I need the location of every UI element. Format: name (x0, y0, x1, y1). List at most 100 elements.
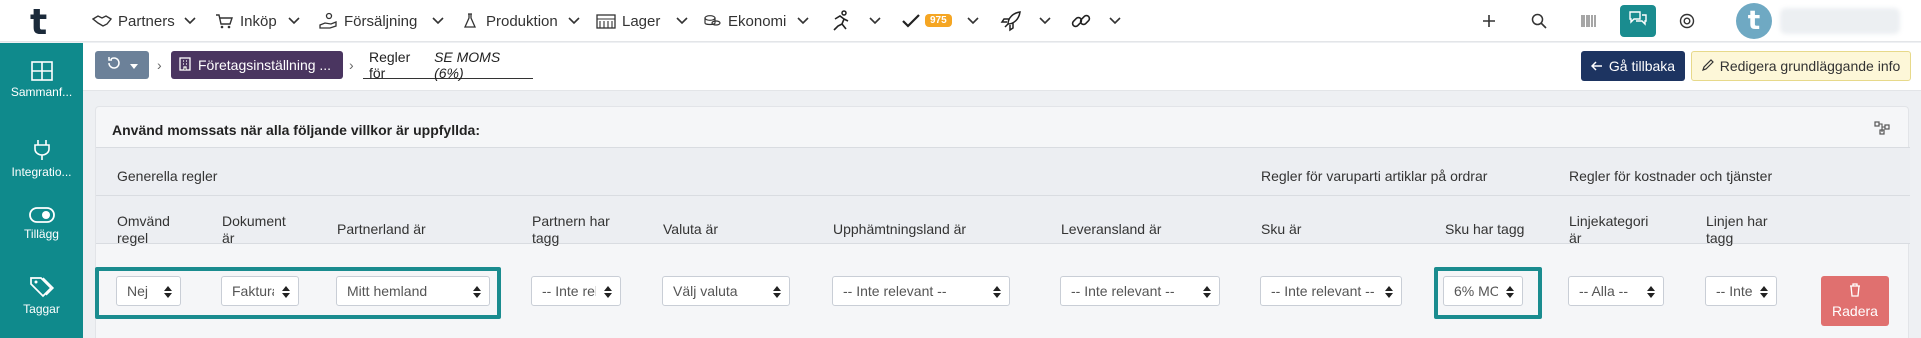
chevron-down-icon[interactable] (1036, 12, 1054, 30)
nav-ekonomi-label: Ekonomi (728, 12, 787, 30)
avatar[interactable]: t (1736, 3, 1772, 39)
runner-icon[interactable] (828, 10, 854, 32)
rocket-icon[interactable] (1000, 10, 1022, 32)
nav-partners[interactable]: Partners (92, 0, 175, 42)
sidebar-item-addons[interactable]: Tillägg (0, 207, 83, 241)
sidebar-item-integrations[interactable]: Integratio... (0, 139, 83, 179)
sidebar-item-label: Taggar (23, 302, 60, 316)
sort-arrows-icon (1647, 285, 1655, 301)
line-tag-select[interactable]: -- Inte relevant -- (1705, 276, 1777, 306)
document-select-value: Faktura (232, 283, 274, 299)
delivery-country-select[interactable]: -- Inte relevant -- (1060, 276, 1220, 306)
chevron-down-icon[interactable] (866, 12, 884, 30)
toggle-icon (0, 207, 83, 223)
col-pickup-country: Upphämtningsland är (833, 221, 967, 237)
col-sku: Sku är (1261, 221, 1302, 237)
sku-select[interactable]: -- Inte relevant -- (1260, 276, 1402, 306)
chevron-down-icon[interactable] (794, 12, 812, 30)
trash-icon (1849, 283, 1861, 300)
col-sku-tag: Sku har tagg (1445, 221, 1525, 237)
chevron-down-icon[interactable] (181, 12, 199, 30)
hierarchy-icon[interactable] (1874, 121, 1890, 140)
chevron-down-icon[interactable] (1106, 12, 1124, 30)
divider (96, 195, 1910, 196)
barcode-icon[interactable] (1578, 10, 1600, 32)
search-icon[interactable] (1528, 10, 1550, 32)
chevron-down-icon[interactable] (565, 12, 583, 30)
col-currency: Valuta är (663, 221, 718, 237)
breadcrumb-current: Regler för SE MOMS (6%) (363, 48, 533, 81)
line-tag-select-value: -- Inte relevant -- (1716, 283, 1752, 299)
sort-arrows-icon (993, 285, 1001, 301)
sort-arrows-icon (1506, 285, 1514, 301)
sort-arrows-icon (1385, 285, 1393, 301)
chevron-down-icon[interactable] (964, 12, 982, 30)
document-select[interactable]: Faktura (221, 276, 299, 306)
sidebar-item-label: Integratio... (11, 165, 72, 179)
nav-lager[interactable]: Lager (596, 0, 660, 42)
back-button-label: Gå tillbaka (1608, 58, 1676, 74)
col-delivery-country: Leveransland är (1061, 221, 1162, 237)
cart-icon (214, 11, 234, 31)
history-button[interactable] (95, 51, 149, 79)
sidebar-item-summary[interactable]: Sammanf... (0, 61, 83, 99)
breadcrumb-current-name: SE MOMS (6%) (434, 48, 501, 81)
checkmark-icon[interactable] (900, 10, 922, 32)
delete-button-label: Radera (1832, 303, 1878, 319)
link-icon[interactable] (1070, 10, 1092, 32)
sort-arrows-icon (1203, 285, 1211, 301)
nav-lager-label: Lager (622, 12, 661, 30)
sku-tag-select[interactable]: 6% MOMS (1443, 276, 1523, 306)
currency-select[interactable]: Välj valuta (662, 276, 790, 306)
partner-country-select-value: Mitt hemland (347, 283, 428, 299)
nav-ekonomi[interactable]: Ekonomi (702, 0, 786, 42)
chevron-down-icon[interactable] (429, 12, 447, 30)
flask-icon (460, 11, 480, 31)
col-document: Dokument är (222, 213, 286, 246)
app-logo[interactable]: t (30, 2, 47, 43)
handshake-icon (92, 11, 112, 31)
nav-produktion[interactable]: Produktion (460, 0, 558, 42)
edit-basic-info-button[interactable]: Redigera grundläggande info (1691, 51, 1911, 81)
nav-produktion-label: Produktion (486, 12, 558, 30)
top-bar: t Partners Inköp Försäljning Produktion … (0, 0, 1921, 43)
coins-icon (702, 11, 722, 31)
nav-forsaljning[interactable]: Försäljning (318, 0, 417, 42)
line-category-select-value: -- Alla -- (1579, 283, 1628, 299)
support-icon[interactable] (1676, 10, 1698, 32)
pickup-country-select-value: -- Inte relevant -- (843, 283, 947, 299)
col-partner-tag: Partnern har tagg (532, 213, 610, 246)
sort-arrows-icon (773, 285, 781, 301)
sku-tag-select-value: 6% MOMS (1454, 283, 1498, 299)
grid-icon (0, 61, 83, 81)
col-partner-country: Partnerland är (337, 221, 426, 237)
pickup-country-select[interactable]: -- Inte relevant -- (832, 276, 1010, 306)
group-general-title: Generella regler (117, 168, 218, 184)
col-line-category: Linjekategori är (1569, 213, 1649, 246)
chevron-down-icon[interactable] (673, 12, 691, 30)
partner-country-select[interactable]: Mitt hemland (336, 276, 490, 306)
sort-arrows-icon (1760, 285, 1768, 301)
sidebar-item-label: Sammanf... (10, 85, 73, 99)
plus-icon[interactable] (1478, 10, 1500, 32)
sidebar-item-label: Tillägg (24, 227, 59, 241)
partner-tag-select[interactable]: -- Inte relevant -- (531, 276, 621, 306)
delete-button[interactable]: Radera (1821, 276, 1889, 326)
chevron-down-icon[interactable] (285, 12, 303, 30)
pencil-icon (1701, 58, 1714, 74)
breadcrumb-current-prefix: Regler för (369, 48, 411, 81)
history-icon (106, 55, 122, 76)
line-category-select[interactable]: -- Alla -- (1568, 276, 1664, 306)
sku-select-value: -- Inte relevant -- (1271, 283, 1375, 299)
back-button[interactable]: Gå tillbaka (1581, 51, 1685, 81)
nav-inkop-label: Inköp (240, 12, 277, 30)
divider (96, 147, 1910, 148)
sidebar-item-tags[interactable]: Taggar (0, 276, 83, 316)
chat-button[interactable] (1620, 5, 1656, 37)
nav-inkop[interactable]: Inköp (214, 0, 277, 42)
chevron-right-icon: › (349, 57, 354, 73)
reverse-select[interactable]: Nej (116, 276, 181, 306)
breadcrumb-company[interactable]: Företagsinställning ... (171, 51, 343, 79)
currency-select-value: Välj valuta (673, 283, 738, 299)
building-icon (179, 56, 191, 74)
